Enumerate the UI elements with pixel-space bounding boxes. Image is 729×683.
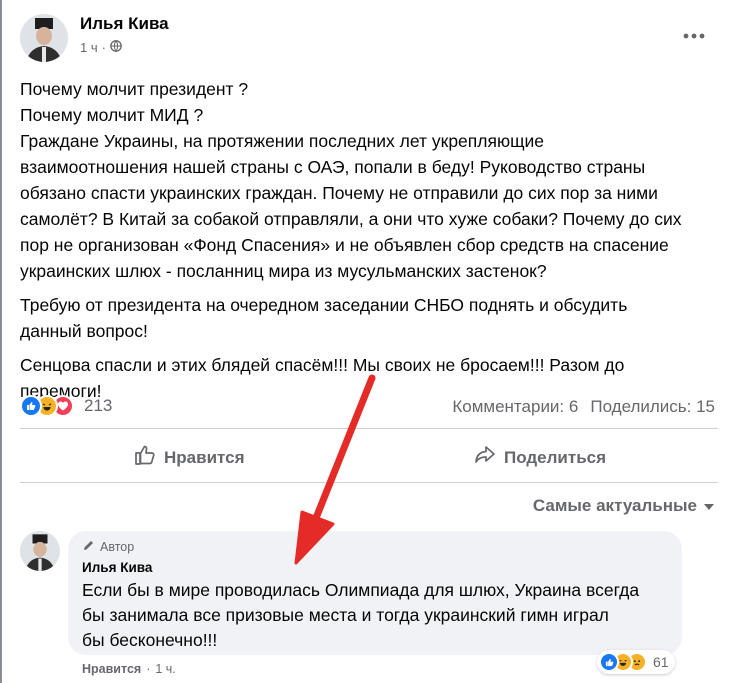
comment-actions-separator: · [146, 662, 151, 676]
comment-author-avatar[interactable] [20, 531, 60, 571]
avatar-image [20, 531, 60, 571]
post-line: самолёт? В Китай за собакой отправляли, … [20, 209, 682, 229]
divider [20, 482, 718, 483]
left-border [0, 0, 2, 683]
like-button[interactable]: Нравится [134, 444, 245, 471]
comment-reactions[interactable]: 61 [597, 650, 675, 674]
share-button[interactable]: Поделиться [474, 444, 606, 471]
avatar-image [20, 14, 68, 62]
comment-line: бы бесконечно!!! [82, 630, 218, 650]
post-line: Граждане Украины, на протяжении последни… [20, 131, 544, 151]
post-line: Сенцова спасли и этих блядей спасём!!! М… [20, 355, 625, 375]
comment-like-button[interactable]: Нравится [82, 662, 141, 676]
comment-line: Если бы в мире проводилась Олимпиада для… [82, 580, 640, 600]
globe-icon [110, 40, 122, 55]
author-badge: Автор [82, 539, 134, 555]
share-arrow-icon [474, 444, 496, 471]
shares-count[interactable]: Поделились: 15 [590, 397, 715, 417]
post-line: украинских шлюх - посланниц мира из мусу… [20, 261, 547, 281]
comment-reaction-count: 61 [653, 654, 669, 670]
reaction-count: 213 [84, 396, 113, 415]
author-avatar[interactable] [20, 14, 68, 62]
sort-label: Самые актуальные [532, 496, 697, 515]
comment-sort-dropdown[interactable]: Самые актуальные [533, 496, 715, 516]
post-line: взаимоотношения нашей страны с ОАЭ, попа… [20, 157, 646, 177]
post-body: Почему молчит президент ? Почему молчит … [20, 76, 720, 412]
comment-text: Если бы в мире проводилась Олимпиада для… [82, 578, 677, 653]
post-paragraph: Требую от президента на очередном заседа… [20, 292, 720, 344]
comments-count[interactable]: Комментарии: 6 [452, 397, 578, 417]
post-line: Почему молчит МИД ? [20, 105, 204, 125]
meta-separator: · [101, 40, 106, 55]
comment-actions: Нравится · 1 ч. [82, 662, 176, 676]
like-reaction-icon [20, 395, 42, 417]
post-time[interactable]: 1 ч [80, 40, 98, 55]
post-author-name[interactable]: Илья Кива [80, 14, 169, 34]
pencil-icon [82, 539, 95, 555]
post-line: данный вопрос! [20, 321, 148, 341]
post-line: пор не организован «Фонд Спасения» и не … [20, 235, 669, 255]
caret-down-icon [703, 496, 715, 516]
comment-time[interactable]: 1 ч. [155, 662, 175, 676]
divider [20, 428, 718, 429]
thumbs-up-icon [134, 444, 156, 471]
more-options-icon[interactable] [682, 28, 706, 40]
like-label: Нравится [164, 447, 245, 467]
badge-label: Автор [100, 540, 135, 554]
like-reaction-icon [599, 652, 619, 672]
post-meta: 1 ч · [80, 40, 122, 55]
comment-line: бы занимала все призовые места и тогда у… [82, 605, 609, 625]
post-line: Требую от президента на очередном заседа… [20, 295, 628, 315]
post-reactions[interactable]: 213 [20, 395, 112, 417]
post-stats: Комментарии: 6 Поделились: 15 [452, 397, 715, 417]
post-line: обязано спасти украинских граждан. Почем… [20, 183, 658, 203]
post-line: Почему молчит президент ? [20, 79, 249, 99]
post-paragraph: Почему молчит президент ? Почему молчит … [20, 76, 720, 284]
comment-author-name[interactable]: Илья Кива [82, 560, 152, 575]
share-label: Поделиться [504, 447, 607, 467]
